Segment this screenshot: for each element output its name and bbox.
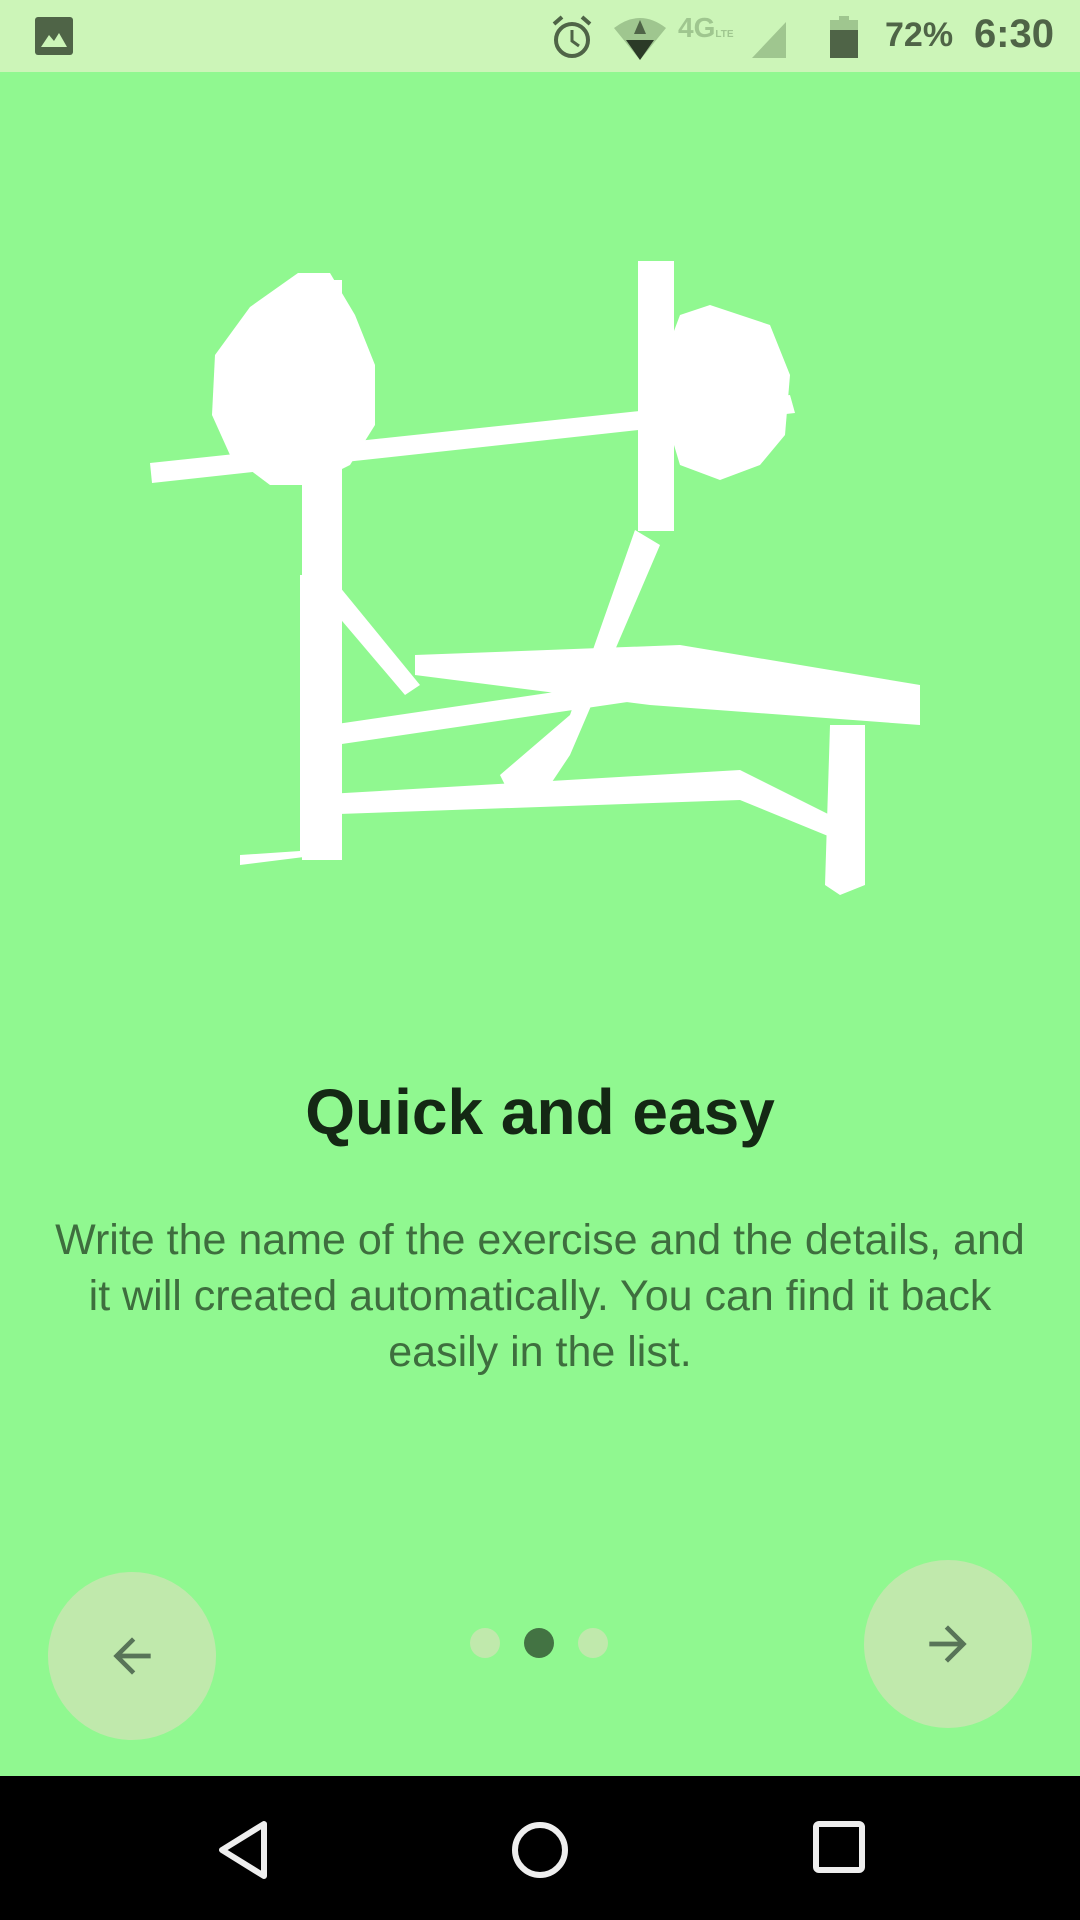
system-navigation-bar — [0, 1776, 1080, 1920]
lte-icon: 4GLTE — [678, 12, 734, 44]
alarm-icon — [552, 15, 592, 58]
onboarding-title: Quick and easy — [305, 1076, 775, 1148]
page-indicator — [470, 1628, 608, 1658]
page-dot-3[interactable] — [578, 1628, 608, 1658]
network-sub: LTE — [715, 29, 734, 40]
arrow-right-icon — [929, 1625, 967, 1663]
next-button[interactable] — [864, 1560, 1032, 1728]
wifi-icon — [614, 18, 666, 60]
back-icon[interactable] — [214, 1820, 274, 1880]
gallery-icon — [35, 17, 73, 55]
page-dot-2-active[interactable] — [524, 1628, 554, 1658]
recents-icon[interactable] — [812, 1820, 868, 1876]
bench-press-illustration — [150, 261, 920, 895]
page-dot-1[interactable] — [470, 1628, 500, 1658]
status-bar: 4GLTE 72% 6:30 — [0, 0, 1080, 72]
onboarding-description: Write the name of the exercise and the d… — [55, 1216, 1025, 1376]
clock: 6:30 — [973, 12, 1054, 56]
battery-icon — [830, 16, 858, 58]
previous-button[interactable] — [48, 1572, 216, 1740]
battery-percent: 72% — [885, 16, 954, 54]
network-type: 4G — [678, 12, 716, 43]
signal-icon — [752, 22, 786, 58]
home-icon[interactable] — [510, 1820, 570, 1880]
arrow-left-icon — [113, 1637, 151, 1675]
